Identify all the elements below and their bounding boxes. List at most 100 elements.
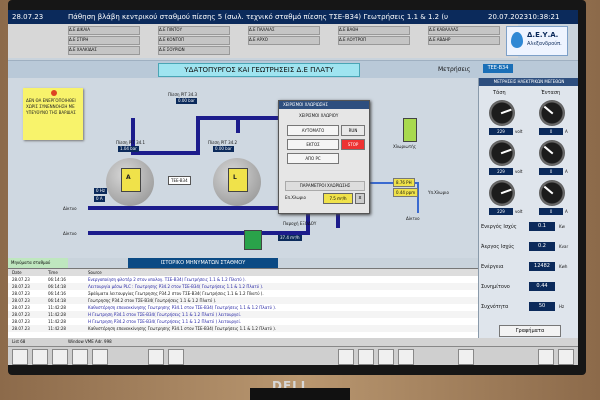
- log-date: 28.07.23: [12, 291, 30, 296]
- chlorine-setpoint-input[interactable]: 7.5 m³/h: [323, 193, 353, 204]
- voltage-unit-3: volt: [515, 209, 523, 214]
- dialog-subtitle: ΧΕΙΡΙΣΜΟΙ ΧΛΩΡΙΟΥ: [299, 113, 339, 118]
- station-tab-11[interactable]: Δ.Ε ΧΑΛΚΙΔΑΣ: [68, 46, 140, 55]
- off-button[interactable]: ΕΚΤΟΣ: [287, 139, 339, 150]
- measurements-label: Μετρήσεις: [438, 66, 471, 73]
- station-tab-9[interactable]: Δ.Ε ΛΟΥΤΡΟΠ: [338, 36, 410, 45]
- voltage-value-2: 229: [489, 168, 513, 175]
- station-tab-6[interactable]: Δ.Ε ΣΤΙΡΗ: [68, 36, 140, 45]
- electrical-measurements-panel: ΜΕΤΡΗΣΕΙΣ ΗΛΕΚΤΡΙΚΩΝ ΜΕΓΕΘΩΝ Τάση Ένταση…: [478, 78, 578, 338]
- log-row[interactable]: 28.07.23 11:42:28 Η Γεωτρηση Ρ34.2 στον …: [8, 318, 478, 325]
- toolbar-button-12[interactable]: [458, 349, 474, 365]
- toolbar-button-6[interactable]: [148, 349, 164, 365]
- current-unit-1: A: [565, 129, 568, 134]
- toolbar-button-10[interactable]: [378, 349, 394, 365]
- frequency-value: 50: [529, 302, 555, 311]
- tank1-pressure-value: 1.04 bar: [118, 146, 139, 152]
- header-date: 20.07.2023: [488, 13, 529, 21]
- messages-log-table: Date Time Source 28.07.23 06:14:16 Ενεργ…: [8, 268, 478, 339]
- tee-box-label: TEE-B34: [168, 176, 191, 185]
- voltage-value-3: 229: [489, 208, 513, 215]
- main-pump-icon[interactable]: [244, 230, 262, 250]
- station-tab-2[interactable]: Δ.Ε ΠΙΝΤΟΥ: [158, 26, 230, 35]
- water-drop-icon: [511, 32, 523, 48]
- current-gauge-1: [539, 100, 565, 126]
- status-window: Window VME Adr. 998: [68, 339, 112, 344]
- from-pc-button[interactable]: ΑΠΟ PC: [287, 153, 339, 164]
- auto-button[interactable]: ΑΥΤΟΜΑΤΟ: [287, 125, 339, 136]
- log-row[interactable]: 28.07.23 11:42:28 Καθυστέρηση επανεκκίνη…: [8, 325, 478, 332]
- tank3-pressure-value: 0.00 bar: [176, 98, 197, 104]
- toolbar-button-11[interactable]: [398, 349, 414, 365]
- station-tabs: Δ.Ε ΔΙΚΑΙΑ Δ.Ε ΠΙΝΤΟΥ Δ.Ε ΠΑΛΑΙΑΣ Δ.Ε ΒΑ…: [8, 24, 518, 58]
- log-source: Γεωτρησης Ρ34.2 στον ΤΣΕ-Β34( Γεωτρήσεις…: [88, 298, 217, 303]
- graphs-button[interactable]: Γραφήματα: [499, 325, 561, 337]
- process-diagram: ΔΕΝ ΘΑ ΕΝΕΡΓΟΠΟΙΗΘΕΙ ΧΩΡΙΣ ΣΥΝΕΝΝΟΗΣΗ ΜΕ…: [8, 78, 478, 258]
- run-state: RUN: [341, 125, 365, 136]
- station-tab-7[interactable]: Δ.Ε ΚΟΝΤΟΠ: [158, 36, 230, 45]
- log-time: 06:14:16: [48, 291, 66, 296]
- current-value-3: 0: [539, 208, 563, 215]
- pin-icon: [51, 90, 57, 96]
- header-bar: 28.07.23 Πάθηση βλάβη κεντρικού σταθμού …: [8, 10, 578, 24]
- current-unit-3: A: [565, 209, 568, 214]
- log-date: 28.07.23: [12, 284, 30, 289]
- log-date: 28.07.23: [12, 326, 30, 331]
- deya-logo: Δ.Ε.Υ.Α. Αλεξανδρούπ.: [506, 26, 568, 56]
- station-tab-12[interactable]: Δ.Ε ΣΟΥΡΙΩΝ: [158, 46, 230, 55]
- header-time: 10:38:21: [528, 13, 560, 21]
- pump-1-icon[interactable]: A: [121, 168, 141, 192]
- current-unit-2: A: [565, 169, 568, 174]
- messages-tab[interactable]: Μηνύματα σταθμού: [8, 258, 68, 268]
- current-gauge-2: [539, 140, 565, 166]
- voltage-gauge-1: [489, 100, 515, 126]
- pump-1-mode: A: [126, 174, 131, 181]
- station-tab-1[interactable]: Δ.Ε ΔΙΚΑΙΑ: [68, 26, 140, 35]
- tank2-pressure-label: Πίεση ΡΙΤ 34.2: [208, 140, 238, 145]
- log-row[interactable]: 28.07.23 11:42:28 Η Γεωτρηση Ρ34.1 στον …: [8, 311, 478, 318]
- tee-station-button[interactable]: TEE-B34: [483, 64, 513, 73]
- toolbar-button-13[interactable]: [538, 349, 554, 365]
- note-text: ΔΕΝ ΘΑ ΕΝΕΡΓΟΠΟΙΗΘΕΙ ΧΩΡΙΣ ΣΥΝΕΝΝΟΗΣΗ ΜΕ…: [26, 98, 76, 115]
- network-label-1: Δίκτυο: [63, 206, 77, 211]
- station-tab-10[interactable]: Δ.Ε ΑΒΔΗΡ: [428, 36, 500, 45]
- header-date-left: 28.07.23: [12, 13, 44, 21]
- energy-label: Ενέργεια: [481, 264, 504, 270]
- chlorination-params-button[interactable]: ΠΑΡΑΜΕΤΡΟΙ ΧΛΩΡΙΩΣΗΣ: [285, 181, 365, 191]
- stop-state: STOP: [341, 139, 365, 150]
- log-col-time: Time: [48, 270, 58, 275]
- log-col-date: Date: [12, 270, 22, 275]
- network-out-label: Δίκτυο: [406, 216, 420, 221]
- voltage-gauge-3: [489, 180, 515, 206]
- pump-2-icon[interactable]: L: [228, 168, 248, 192]
- toolbar-button-5[interactable]: [92, 349, 108, 365]
- toolbar-button-9[interactable]: [358, 349, 374, 365]
- toolbar-button-1[interactable]: [12, 349, 28, 365]
- toolbar-button-14[interactable]: [558, 349, 574, 365]
- log-row[interactable]: 28.07.23 06:14:16 Ενεργοποίηση φλοτέρ 2 …: [8, 276, 478, 283]
- current-value-2: 0: [539, 168, 563, 175]
- log-time: 11:42:28: [48, 319, 66, 324]
- log-row[interactable]: 28.07.23 06:14:16 Σφάλματα λειτουργίας Γ…: [8, 290, 478, 297]
- chlorinator-icon[interactable]: [403, 118, 417, 142]
- station-tab-5[interactable]: Δ.Ε ΚΑΒΑΛΛΑΣ: [428, 26, 500, 35]
- scada-screen: 28.07.23 Πάθηση βλάβη κεντρικού σταθμού …: [8, 10, 578, 365]
- outflow-value: 37.4 m³/h: [278, 235, 302, 241]
- toolbar-button-8[interactable]: [338, 349, 354, 365]
- log-row[interactable]: 28.07.23 06:14:18 Γεωτρησης Ρ34.2 στον Τ…: [8, 297, 478, 304]
- log-time: 06:14:16: [48, 277, 66, 282]
- toolbar-button-3[interactable]: [52, 349, 68, 365]
- toolbar-button-2[interactable]: [32, 349, 48, 365]
- station-tab-3[interactable]: Δ.Ε ΠΑΛΑΙΑΣ: [248, 26, 320, 35]
- pump-2-mode: L: [233, 174, 237, 181]
- sticky-note: ΔΕΝ ΘΑ ΕΝΕΡΓΟΠΟΙΗΘΕΙ ΧΩΡΙΣ ΣΥΝΕΝΝΟΗΣΗ ΜΕ…: [23, 88, 83, 140]
- log-row[interactable]: 28.07.23 06:14:18 Λειτουργία μέσω PLC : …: [8, 283, 478, 290]
- toolbar-button-7[interactable]: [168, 349, 184, 365]
- log-time: 11:42:28: [48, 312, 66, 317]
- close-dialog-button[interactable]: x: [355, 193, 365, 204]
- station-tab-4[interactable]: Δ.Ε ΒΑΘΗ: [338, 26, 410, 35]
- station-tab-8[interactable]: Δ.Ε ΑΡΧΟ: [248, 36, 320, 45]
- log-source: Η Γεωτρηση Ρ34.1 στον ΤΣΕ-Β34( Γεωτρήσει…: [88, 312, 242, 317]
- toolbar-button-4[interactable]: [72, 349, 88, 365]
- log-row[interactable]: 28.07.23 11:42:28 Καθυστέρηση επανεκκίνη…: [8, 304, 478, 311]
